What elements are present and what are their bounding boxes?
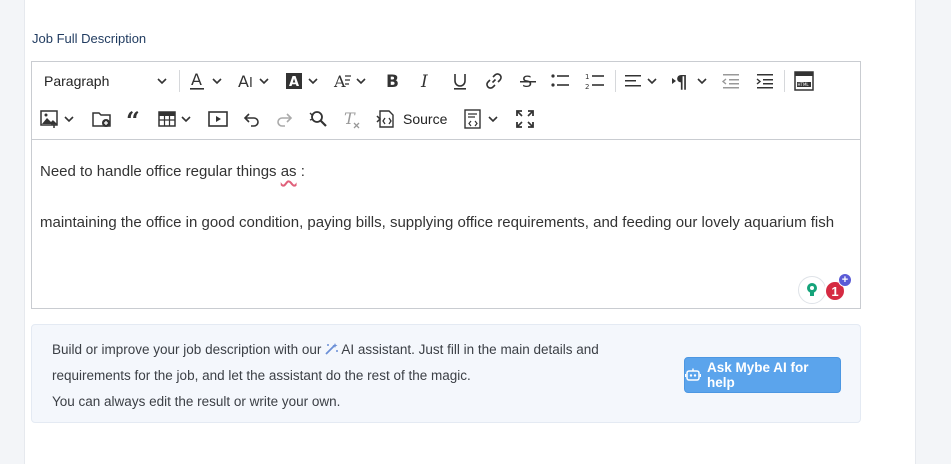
outdent-icon [721, 74, 739, 89]
svg-text:T: T [344, 109, 356, 128]
quote-icon: “ [126, 109, 140, 129]
alignment-button[interactable] [620, 66, 664, 96]
remove-format-icon: T [344, 109, 360, 129]
underline-button[interactable] [445, 66, 475, 96]
svg-text:“: “ [126, 109, 140, 129]
image-upload-icon [40, 110, 74, 128]
bulleted-list-icon [551, 74, 569, 87]
robot-icon [685, 368, 701, 381]
svg-text:A: A [333, 72, 346, 91]
strikethrough-button[interactable]: S [513, 66, 543, 96]
svg-text:1: 1 [585, 73, 589, 81]
svg-text:A: A [289, 75, 299, 90]
file-manager-button[interactable] [87, 104, 117, 134]
paragraph-format-label: Paragraph [44, 73, 110, 89]
find-replace-icon [309, 111, 327, 127]
ask-ai-button[interactable]: Ask Mybe AI for help [684, 357, 841, 393]
svg-text:2: 2 [585, 83, 589, 91]
redo-icon [277, 113, 293, 127]
outdent-button[interactable] [716, 66, 746, 96]
underline-icon [454, 74, 466, 90]
insert-table-button[interactable] [154, 104, 198, 134]
numbered-list-icon: 12 [585, 73, 604, 91]
svg-text:A: A [191, 70, 202, 89]
font-color-button[interactable]: A [185, 66, 229, 96]
block-quote-button[interactable]: “ [120, 104, 150, 134]
svg-text:I: I [249, 76, 253, 91]
redo-button[interactable] [269, 104, 299, 134]
source-code-icon [376, 110, 394, 128]
folder-add-icon [92, 112, 111, 127]
background-color-icon: A [286, 73, 318, 90]
field-label: Job Full Description [32, 31, 147, 46]
remove-format-button[interactable]: T [337, 104, 367, 134]
insert-media-button[interactable] [203, 104, 233, 134]
strikethrough-icon: S [520, 72, 536, 91]
bold-button[interactable]: B [377, 66, 407, 96]
background-color-button[interactable]: A [281, 66, 325, 96]
svg-text:A: A [238, 72, 249, 91]
paragraph-format-dropdown[interactable]: Paragraph [38, 66, 174, 96]
ai-assistant-text: Build or improve your job description wi… [52, 342, 599, 409]
svg-text:HTML: HTML [798, 82, 810, 87]
magic-wand-icon [325, 343, 339, 355]
font-size-icon: AI [238, 72, 269, 91]
table-icon [158, 111, 191, 127]
link-icon [486, 73, 502, 89]
link-button[interactable] [479, 66, 509, 96]
font-size-button[interactable]: AI [232, 66, 276, 96]
font-color-icon: A [190, 70, 222, 90]
html-embed-icon: HTML [794, 71, 814, 91]
editor-paragraph: maintaining the office in good condition… [40, 214, 835, 231]
svg-text:I: I [420, 72, 428, 91]
fullscreen-icon [516, 110, 534, 128]
numbered-list-button[interactable]: 12 [580, 66, 610, 96]
grammarly-bulb-icon[interactable] [798, 276, 826, 304]
grammarly-widget[interactable]: 1 + [798, 273, 854, 304]
template-icon [464, 109, 498, 129]
undo-button[interactable] [237, 104, 267, 134]
fullscreen-button[interactable] [510, 104, 540, 134]
bold-icon: B [386, 72, 399, 91]
show-blocks-button[interactable] [460, 104, 504, 134]
editor-paragraph: Need to handle office regular things as … [40, 163, 305, 180]
editor-toolbar: Paragraph A AI A A B I S 1 2 ¶ HTML “ T … [32, 62, 860, 140]
media-icon [208, 111, 228, 127]
misspelled-word[interactable]: as [281, 163, 297, 180]
text-direction-button[interactable]: ¶ [668, 66, 712, 96]
undo-icon [243, 113, 259, 127]
paragraph-direction-icon: ¶ [672, 72, 707, 92]
ask-ai-button-label: Ask Mybe AI for help [707, 360, 809, 390]
font-family-icon: A [333, 72, 366, 91]
insert-image-button[interactable] [36, 104, 80, 134]
grammarly-plus-icon[interactable]: + [838, 273, 852, 287]
ai-assistant-panel: Build or improve your job description wi… [31, 324, 861, 423]
italic-button[interactable]: I [411, 66, 441, 96]
chevron-down-icon [157, 78, 167, 85]
find-replace-button[interactable] [303, 104, 333, 134]
italic-icon: I [420, 72, 428, 91]
font-family-button[interactable]: A [329, 66, 373, 96]
source-editing-button[interactable]: Source [375, 104, 451, 134]
editor-content[interactable]: Need to handle office regular things as … [32, 141, 860, 308]
bulleted-list-button[interactable] [545, 66, 575, 96]
align-left-icon [625, 75, 657, 87]
html-embed-button[interactable]: HTML [789, 66, 819, 96]
indent-icon [756, 74, 773, 89]
indent-button[interactable] [750, 66, 780, 96]
source-label: Source [403, 111, 448, 127]
svg-text:¶: ¶ [676, 72, 687, 92]
rich-text-editor: Paragraph A AI A A B I S 1 2 ¶ HTML “ T … [31, 61, 861, 309]
svg-text:B: B [386, 72, 399, 91]
